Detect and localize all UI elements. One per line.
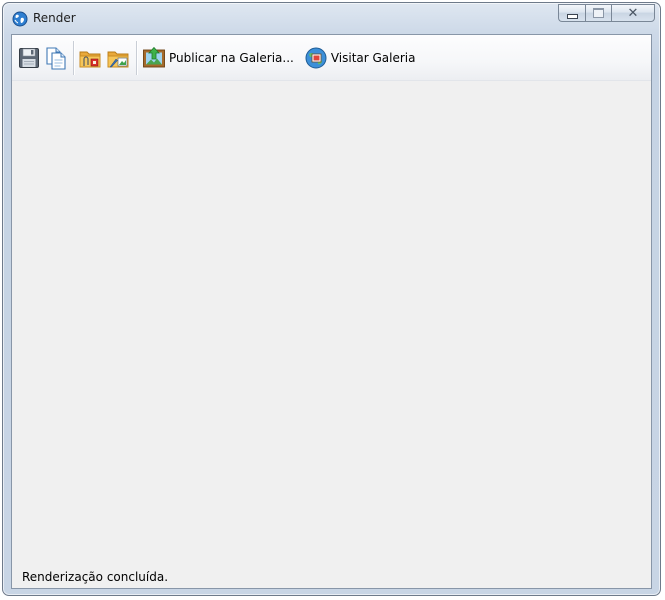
save-button[interactable] — [16, 43, 42, 73]
copy-document-icon — [44, 46, 68, 70]
folder-attach-button[interactable] — [77, 43, 105, 73]
maximize-icon — [593, 8, 604, 18]
copy-button[interactable] — [42, 43, 70, 73]
client-area: Publicar na Galeria... Visitar Galeria R — [11, 34, 652, 589]
toolbar: Publicar na Galeria... Visitar Galeria — [12, 35, 651, 81]
publish-gallery-button[interactable]: Publicar na Galeria... — [140, 43, 296, 73]
window-title: Render — [33, 11, 76, 25]
close-button[interactable]: ✕ — [611, 4, 655, 22]
visit-gallery-label: Visitar Galeria — [330, 50, 416, 65]
toolbar-separator — [136, 40, 137, 75]
globe-icon — [12, 11, 28, 27]
folder-attach-icon — [79, 46, 103, 70]
caption-buttons: ✕ — [558, 4, 655, 24]
render-window: Render ✕ Publicar na Galeria... Visitar … — [2, 2, 661, 596]
status-text: Renderização concluída. — [22, 570, 169, 584]
folder-image-button[interactable] — [105, 43, 133, 73]
visit-gallery-icon — [304, 46, 328, 70]
toolbar-separator — [73, 40, 74, 75]
maximize-button[interactable] — [585, 4, 611, 22]
title-bar[interactable]: Render ✕ — [3, 3, 660, 33]
publish-gallery-icon — [142, 46, 166, 70]
visit-gallery-button[interactable]: Visitar Galeria — [302, 43, 418, 73]
minimize-button[interactable] — [558, 4, 585, 22]
publish-gallery-label: Publicar na Galeria... — [169, 50, 294, 65]
save-icon — [18, 47, 40, 69]
status-bar: Renderização concluída. — [12, 566, 651, 588]
close-icon: ✕ — [627, 5, 639, 21]
minimize-icon — [566, 13, 578, 19]
folder-image-icon — [107, 46, 131, 70]
